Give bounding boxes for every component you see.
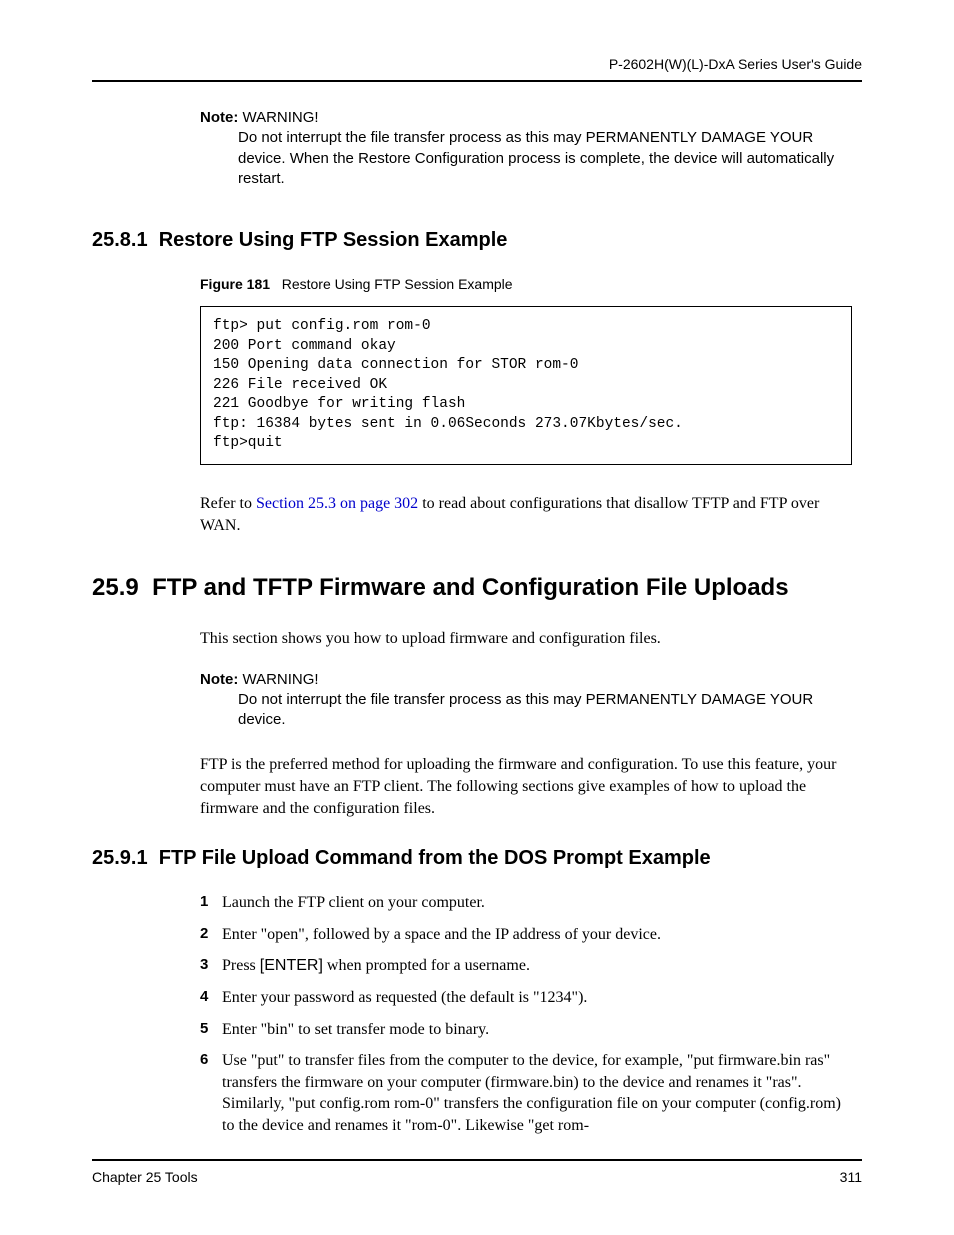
heading-25-8-1: 25.8.1 Restore Using FTP Session Example (92, 229, 862, 252)
list-number: 5 (200, 1019, 222, 1041)
paragraph-ftp: FTP is the preferred method for uploadin… (200, 754, 852, 819)
list-number: 3 (200, 955, 222, 977)
note-warning-1: Note: WARNING! Do not interrupt the file… (200, 108, 852, 189)
paragraph-refer: Refer to Section 25.3 on page 302 to rea… (200, 493, 852, 536)
heading-25-9-1: 25.9.1 FTP File Upload Command from the … (92, 847, 862, 870)
heading-25-9: 25.9 FTP and TFTP Firmware and Configura… (92, 574, 862, 602)
note-label: Note: (200, 671, 238, 688)
figure-title: Restore Using FTP Session Example (282, 276, 513, 292)
para-text-a: Refer to (200, 495, 256, 512)
list-text: Enter your password as requested (the de… (222, 987, 587, 1009)
list-text: Press [ENTER] when prompted for a userna… (222, 955, 530, 977)
figure-caption: Figure 181 Restore Using FTP Session Exa… (200, 276, 862, 292)
heading-title: Restore Using FTP Session Example (159, 229, 508, 251)
list-text: Enter "bin" to set transfer mode to bina… (222, 1019, 489, 1041)
note-warning-2: Note: WARNING! Do not interrupt the file… (200, 670, 852, 731)
page-header: P-2602H(W)(L)-DxA Series User's Guide (92, 56, 862, 82)
list-text: Launch the FTP client on your computer. (222, 892, 485, 914)
footer-chapter: Chapter 25 Tools (92, 1169, 198, 1185)
note-body: Do not interrupt the file transfer proce… (238, 128, 852, 189)
paragraph-intro: This section shows you how to upload fir… (200, 628, 852, 650)
list-text: Enter "open", followed by a space and th… (222, 924, 661, 946)
note-body: Do not interrupt the file transfer proce… (238, 690, 852, 731)
list-number: 1 (200, 892, 222, 914)
list-item: 3 Press [ENTER] when prompted for a user… (200, 955, 852, 977)
heading-title: FTP and TFTP Firmware and Configuration … (152, 574, 789, 601)
list-number: 4 (200, 987, 222, 1009)
list-item: 1 Launch the FTP client on your computer… (200, 892, 852, 914)
list-number: 6 (200, 1050, 222, 1136)
list-number: 2 (200, 924, 222, 946)
list-item: 2 Enter "open", followed by a space and … (200, 924, 852, 946)
note-label: Note: (200, 109, 238, 126)
list-item: 4 Enter your password as requested (the … (200, 987, 852, 1009)
heading-number: 25.9 (92, 574, 139, 601)
code-block: ftp> put config.rom rom-0 200 Port comma… (200, 306, 852, 465)
ordered-list: 1 Launch the FTP client on your computer… (200, 892, 852, 1136)
note-title: WARNING! (238, 671, 318, 688)
list-text: Use "put" to transfer files from the com… (222, 1050, 852, 1136)
list-item: 5 Enter "bin" to set transfer mode to bi… (200, 1019, 852, 1041)
enter-key: [ENTER] (260, 957, 323, 974)
cross-reference-link[interactable]: Section 25.3 on page 302 (256, 495, 418, 512)
list-item: 6 Use "put" to transfer files from the c… (200, 1050, 852, 1136)
note-title: WARNING! (238, 109, 318, 126)
heading-title: FTP File Upload Command from the DOS Pro… (159, 847, 711, 869)
heading-number: 25.8.1 (92, 229, 148, 251)
page-footer: Chapter 25 Tools 311 (92, 1159, 862, 1185)
footer-page-number: 311 (840, 1169, 862, 1185)
heading-number: 25.9.1 (92, 847, 148, 869)
figure-number: Figure 181 (200, 276, 270, 292)
